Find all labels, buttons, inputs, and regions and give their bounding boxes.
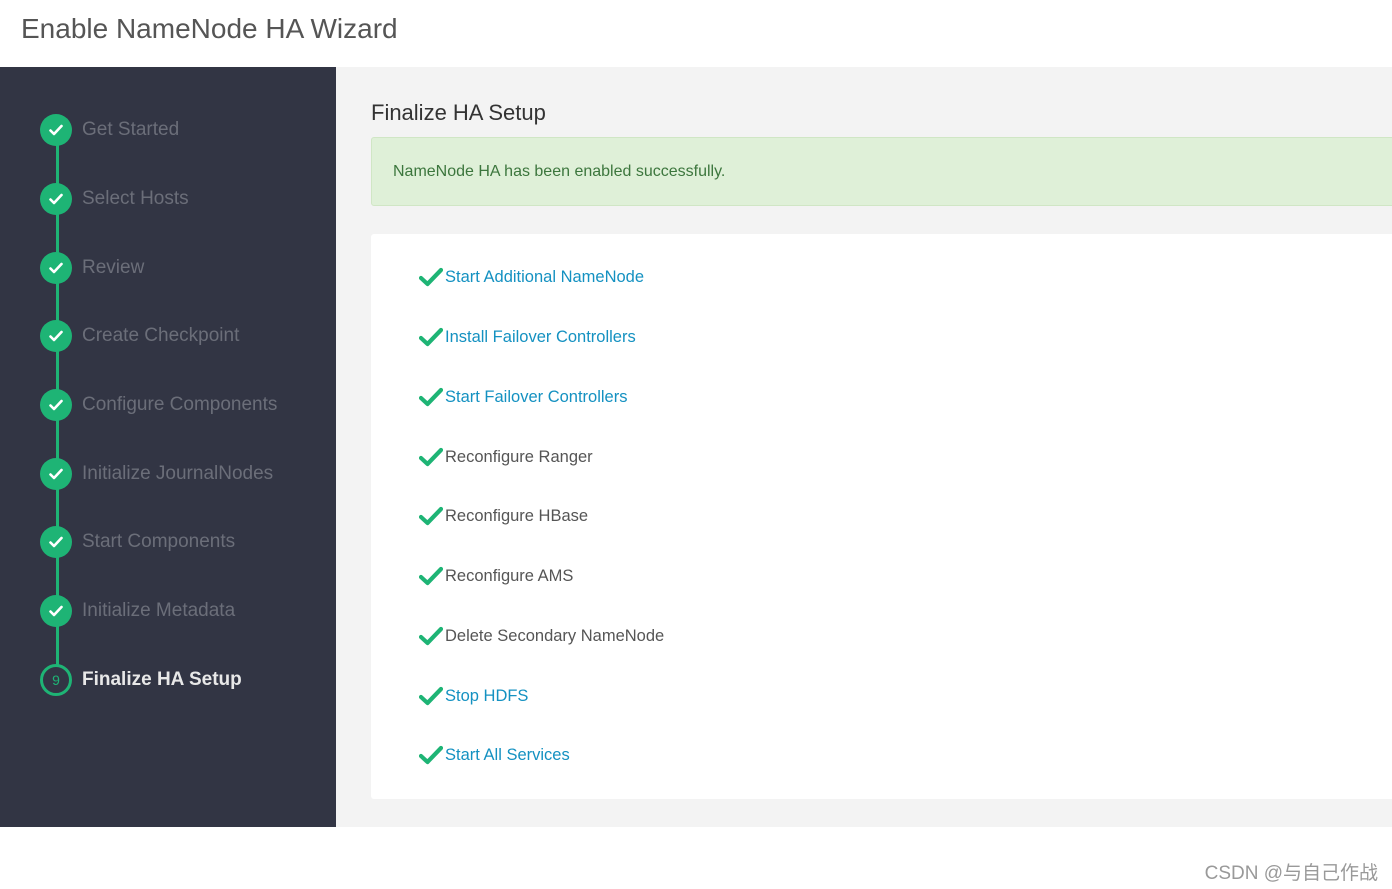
step-label: Review bbox=[82, 257, 145, 278]
check-icon bbox=[49, 399, 63, 411]
check-icon bbox=[49, 536, 63, 548]
step-done-badge bbox=[40, 252, 72, 284]
step-get-started[interactable]: Get Started bbox=[40, 114, 330, 146]
watermark: CSDN @与自己作战 bbox=[1204, 863, 1378, 884]
step-finalize-ha-setup[interactable]: 9 Finalize HA Setup bbox=[40, 664, 330, 696]
step-label: Select Hosts bbox=[82, 188, 189, 209]
check-icon bbox=[419, 566, 443, 586]
task-item: Start All Services bbox=[419, 742, 570, 768]
task-link[interactable]: Start Failover Controllers bbox=[445, 388, 627, 407]
check-icon bbox=[419, 387, 443, 407]
step-label: Get Started bbox=[82, 119, 180, 140]
step-done-badge bbox=[40, 114, 72, 146]
task-label: Reconfigure Ranger bbox=[445, 447, 593, 466]
task-item: Reconfigure AMS bbox=[419, 563, 573, 589]
alert-message: NameNode HA has been enabled successfull… bbox=[393, 162, 726, 180]
step-label: Create Checkpoint bbox=[82, 325, 240, 346]
page-header: Enable NameNode HA Wizard bbox=[0, 0, 1392, 67]
wizard-content: Finalize HA Setup NameNode HA has been e… bbox=[371, 67, 1392, 827]
step-label: Configure Components bbox=[82, 394, 278, 415]
task-list: Start Additional NameNode Install Failov… bbox=[371, 234, 1392, 799]
check-icon bbox=[49, 193, 63, 205]
check-icon bbox=[419, 686, 443, 706]
page-title: Enable NameNode HA Wizard bbox=[21, 13, 398, 44]
step-label: Finalize HA Setup bbox=[82, 669, 242, 690]
task-link[interactable]: Stop HDFS bbox=[445, 687, 528, 706]
step-start-components[interactable]: Start Components bbox=[40, 526, 330, 558]
task-item: Delete Secondary NameNode bbox=[419, 623, 664, 649]
check-icon bbox=[49, 124, 63, 136]
task-link[interactable]: Start Additional NameNode bbox=[445, 268, 644, 287]
success-alert: NameNode HA has been enabled successfull… bbox=[371, 137, 1392, 206]
task-label: Reconfigure HBase bbox=[445, 506, 589, 525]
step-label: Start Components bbox=[82, 531, 236, 552]
check-icon bbox=[419, 447, 443, 467]
step-done-badge bbox=[40, 526, 72, 558]
step-initialize-journalnodes[interactable]: Initialize JournalNodes bbox=[40, 458, 330, 490]
step-create-checkpoint[interactable]: Create Checkpoint bbox=[40, 320, 330, 352]
task-link[interactable]: Start All Services bbox=[445, 746, 570, 765]
step-done-badge bbox=[40, 458, 72, 490]
task-label: Reconfigure AMS bbox=[445, 566, 574, 585]
task-item: Reconfigure HBase bbox=[419, 503, 588, 529]
step-label: Initialize JournalNodes bbox=[82, 463, 274, 484]
check-icon bbox=[49, 330, 63, 342]
check-icon bbox=[49, 468, 63, 480]
step-label: Initialize Metadata bbox=[82, 600, 236, 621]
step-done-badge bbox=[40, 389, 72, 421]
check-icon bbox=[49, 262, 63, 274]
check-icon bbox=[419, 267, 443, 287]
check-icon bbox=[419, 506, 443, 526]
step-done-badge bbox=[40, 320, 72, 352]
wizard-container: Get Started Select Hosts Review Create C… bbox=[0, 67, 1392, 827]
step-review[interactable]: Review bbox=[40, 252, 330, 284]
task-item: Stop HDFS bbox=[419, 683, 528, 709]
section-title: Finalize HA Setup bbox=[371, 100, 546, 125]
task-item: Start Additional NameNode bbox=[419, 264, 644, 290]
check-icon bbox=[419, 327, 443, 347]
step-configure-components[interactable]: Configure Components bbox=[40, 389, 330, 421]
step-initialize-metadata[interactable]: Initialize Metadata bbox=[40, 595, 330, 627]
wizard-steps-sidebar: Get Started Select Hosts Review Create C… bbox=[0, 67, 336, 827]
step-done-badge bbox=[40, 595, 72, 627]
check-icon bbox=[49, 605, 63, 617]
task-item: Reconfigure Ranger bbox=[419, 444, 593, 470]
task-link[interactable]: Install Failover Controllers bbox=[445, 328, 636, 347]
step-number-badge: 9 bbox=[40, 664, 72, 696]
check-icon bbox=[419, 745, 443, 765]
check-icon bbox=[419, 626, 443, 646]
step-select-hosts[interactable]: Select Hosts bbox=[40, 183, 330, 215]
task-item: Start Failover Controllers bbox=[419, 384, 627, 410]
task-label: Delete Secondary NameNode bbox=[445, 626, 665, 645]
task-item: Install Failover Controllers bbox=[419, 324, 636, 350]
step-done-badge bbox=[40, 183, 72, 215]
